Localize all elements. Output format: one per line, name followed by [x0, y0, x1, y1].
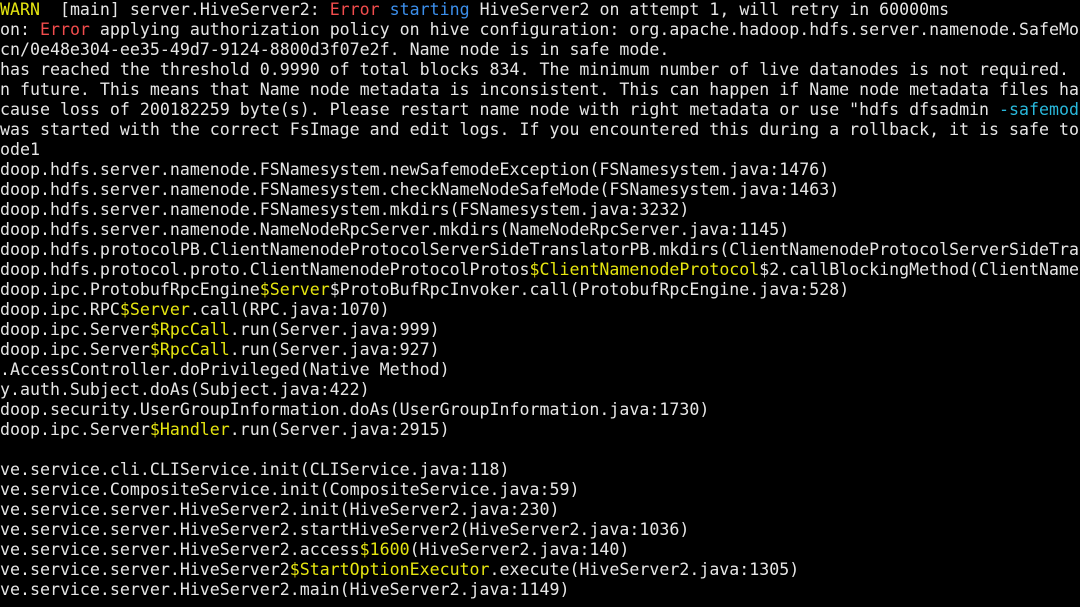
terminal-line: n future. This means that Name node meta… [0, 80, 1080, 100]
terminal-line: on: Error applying authorization policy … [0, 20, 1080, 40]
terminal-text-segment: applying authorization policy on hive co… [89, 20, 1080, 39]
terminal-line: has reached the threshold 0.9990 of tota… [0, 60, 1080, 80]
terminal-text-segment: $2.callBlockingMethod(ClientNamen [759, 260, 1080, 279]
terminal-text-segment: $1600 [359, 540, 410, 559]
terminal-line: ve.service.cli.CLIService.init(CLIServic… [0, 460, 1080, 480]
terminal-text-segment: starting [389, 0, 470, 19]
terminal-line: ve.service.server.HiveServer2.main(HiveS… [0, 580, 1080, 600]
terminal-line: doop.hdfs.server.namenode.NameNodeRpcSer… [0, 220, 1080, 240]
terminal-text-segment: Error [39, 20, 90, 39]
terminal-line: cause loss of 200182259 byte(s). Please … [0, 100, 1080, 120]
terminal-output: WARN [main] server.HiveServer2: Error st… [0, 0, 1080, 600]
terminal-text-segment: .execute(HiveServer2.java:1305) [489, 560, 800, 579]
terminal-text-segment: was started with the correct FsImage and… [0, 120, 1079, 139]
terminal-text-segment: n future. This means that Name node meta… [0, 80, 1080, 99]
terminal-line: was started with the correct FsImage and… [0, 120, 1080, 140]
terminal-text-segment: -safemod [999, 100, 1079, 119]
terminal-text-segment: HiveServer2 on attempt 1, will retry in … [469, 0, 950, 19]
terminal-text-segment: (HiveServer2.java:140) [409, 540, 630, 559]
terminal-line: ode1 [0, 140, 1080, 160]
terminal-text-segment: ve.service.server.HiveServer2.access [0, 540, 360, 559]
terminal-text-segment: doop.ipc.Server [0, 420, 150, 439]
terminal-text-segment: doop.hdfs.server.namenode.FSNamesystem.n… [0, 160, 830, 179]
terminal-line: doop.hdfs.server.namenode.FSNamesystem.m… [0, 200, 1080, 220]
terminal-text-segment: doop.hdfs.server.namenode.NameNodeRpcSer… [0, 220, 790, 239]
terminal-text-segment: doop.security.UserGroupInformation.doAs(… [0, 400, 710, 419]
terminal-text-segment: .call(RPC.java:1070) [189, 300, 390, 319]
terminal-text-segment: doop.ipc.Server [0, 340, 150, 359]
terminal-text-segment: doop.hdfs.server.namenode.FSNamesystem.m… [0, 200, 690, 219]
terminal-line: doop.ipc.Server$RpcCall.run(Server.java:… [0, 340, 1080, 360]
terminal-line: doop.hdfs.protocolPB.ClientNamenodeProto… [0, 240, 1080, 260]
terminal-line: WARN [main] server.HiveServer2: Error st… [0, 0, 1080, 20]
terminal-text-segment: $Handler [149, 420, 230, 439]
terminal-line: doop.hdfs.protocol.proto.ClientNamenodeP… [0, 260, 1080, 280]
terminal-text-segment: on: [0, 20, 40, 39]
terminal-text-segment: cn/0e48e304-ee35-49d7-9124-8800d3f07e2f.… [0, 40, 670, 59]
terminal-text-segment: ve.service.server.HiveServer2 [0, 560, 290, 579]
terminal-text-segment: doop.ipc.Server [0, 320, 150, 339]
terminal-text-segment: $ClientNamenodeProtocol [529, 260, 760, 279]
terminal-line: doop.ipc.ProtobufRpcEngine$Server$ProtoB… [0, 280, 1080, 300]
terminal-text-segment: y.auth.Subject.doAs(Subject.java:422) [0, 380, 370, 399]
terminal-line: ve.service.server.HiveServer2.startHiveS… [0, 520, 1080, 540]
terminal-text-segment: .AccessController.doPrivileged(Native Me… [0, 360, 450, 379]
terminal-text-segment: WARN [0, 0, 40, 19]
terminal-text-segment: .run(Server.java:927) [229, 340, 440, 359]
terminal-line: doop.hdfs.server.namenode.FSNamesystem.n… [0, 160, 1080, 180]
terminal-line: ve.service.server.HiveServer2.init(HiveS… [0, 500, 1080, 520]
terminal-text-segment: [main] server.HiveServer2: [39, 0, 330, 19]
terminal-line: cn/0e48e304-ee35-49d7-9124-8800d3f07e2f.… [0, 40, 1080, 60]
terminal-text-segment: doop.hdfs.protocol.proto.ClientNamenodeP… [0, 260, 530, 279]
terminal-line: y.auth.Subject.doAs(Subject.java:422) [0, 380, 1080, 400]
terminal-text-segment: $RpcCall [149, 320, 230, 339]
terminal-text-segment: cause loss of 200182259 byte(s). Please … [0, 100, 1000, 119]
terminal-text-segment: .run(Server.java:999) [229, 320, 440, 339]
terminal-window[interactable]: WARN [main] server.HiveServer2: Error st… [0, 0, 1080, 607]
terminal-text-segment: ve.service.server.HiveServer2.main(HiveS… [0, 580, 570, 599]
terminal-text-segment: doop.ipc.RPC [0, 300, 120, 319]
terminal-text-segment: doop.ipc.ProtobufRpcEngine [0, 280, 260, 299]
terminal-text-segment: has reached the threshold 0.9990 of tota… [0, 60, 1080, 79]
terminal-text-segment: ve.service.CompositeService.init(Composi… [0, 480, 580, 499]
terminal-text-segment: $RpcCall [149, 340, 230, 359]
terminal-text-segment: $ProtoBufRpcInvoker.call(ProtobufRpcEngi… [329, 280, 850, 299]
terminal-text-segment: ve.service.server.HiveServer2.init(HiveS… [0, 500, 560, 519]
terminal-line: doop.ipc.Server$RpcCall.run(Server.java:… [0, 320, 1080, 340]
terminal-text-segment: ve.service.server.HiveServer2.startHiveS… [0, 520, 690, 539]
terminal-line: ve.service.server.HiveServer2$StartOptio… [0, 560, 1080, 580]
terminal-text-segment: ode1 [0, 140, 40, 159]
terminal-text-segment: $Server [259, 280, 330, 299]
terminal-text-segment: doop.hdfs.protocolPB.ClientNamenodeProto… [0, 240, 1080, 259]
terminal-text-segment: $Server [119, 300, 190, 319]
terminal-text-segment: $StartOptionExecutor [289, 560, 490, 579]
terminal-line: ve.service.CompositeService.init(Composi… [0, 480, 1080, 500]
terminal-line: .AccessController.doPrivileged(Native Me… [0, 360, 1080, 380]
terminal-line: ve.service.server.HiveServer2.access$160… [0, 540, 1080, 560]
terminal-line: doop.hdfs.server.namenode.FSNamesystem.c… [0, 180, 1080, 200]
terminal-text-segment: doop.hdfs.server.namenode.FSNamesystem.c… [0, 180, 840, 199]
terminal-line: doop.security.UserGroupInformation.doAs(… [0, 400, 1080, 420]
terminal-text-segment: .run(Server.java:2915) [229, 420, 450, 439]
terminal-text-segment: ve.service.cli.CLIService.init(CLIServic… [0, 460, 510, 479]
terminal-line: doop.ipc.Server$Handler.run(Server.java:… [0, 420, 1080, 440]
terminal-text-segment: Error [329, 0, 380, 19]
terminal-line: doop.ipc.RPC$Server.call(RPC.java:1070) [0, 300, 1080, 320]
